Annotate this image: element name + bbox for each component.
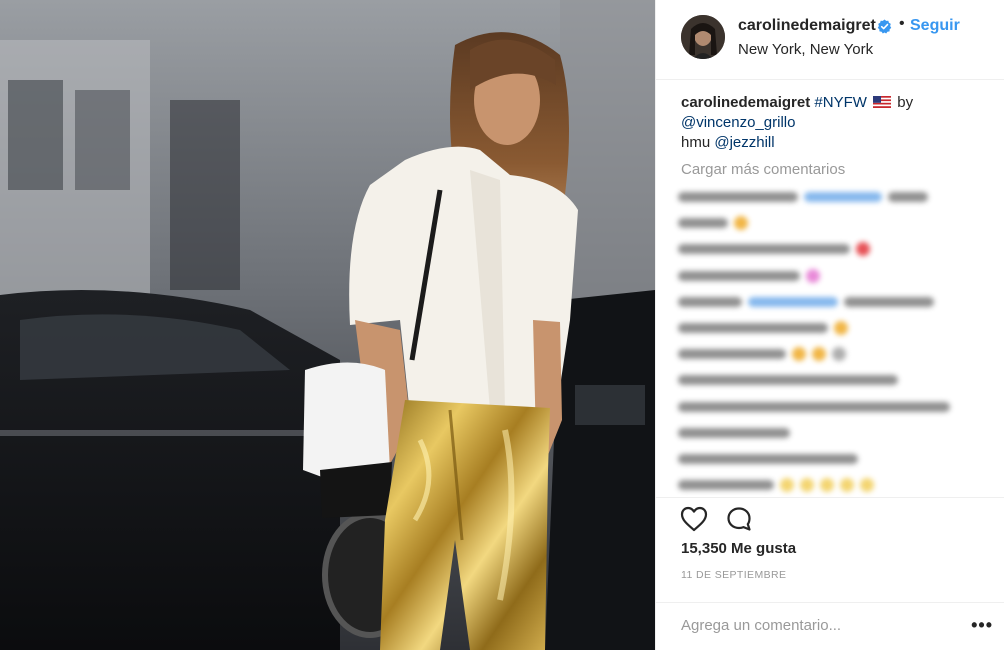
us-flag-icon [873,96,892,108]
list-item [678,315,996,341]
post-photo[interactable] [0,0,655,650]
header-separator: • [899,15,905,32]
post-date: 11 DE SEPTIEMBRE [681,569,787,581]
list-item [678,210,996,236]
list-item [678,341,996,367]
caption-mention-jezzhill[interactable]: @jezzhill [714,134,774,151]
list-item [678,184,996,210]
list-item [678,367,996,393]
post-header: carolinedemaigret • Seguir New York, New… [656,0,1004,80]
comment-input[interactable] [681,613,941,637]
post-actions: 15,350 Me gusta 11 DE SEPTIEMBRE ••• [656,497,1004,647]
instagram-post: carolinedemaigret • Seguir New York, New… [0,0,1004,650]
list-item [678,289,996,315]
blurred-comments-list [678,184,996,498]
list-item [678,420,996,446]
list-item [678,263,996,289]
comment-bubble-icon[interactable] [726,506,752,532]
follow-button[interactable]: Seguir [910,17,960,35]
caption-text-hmu: hmu [681,134,711,151]
more-options-button[interactable]: ••• [971,615,993,636]
list-item [678,394,996,420]
location-link[interactable]: New York, New York [738,41,873,58]
avatar-image [681,15,725,59]
caption-text-by: by [897,94,914,111]
caption-mention-vincenzo[interactable]: @vincenzo_grillo [681,114,795,131]
post-caption: carolinedemaigret #NYFW by @vincenzo_gri… [681,93,986,153]
header-username[interactable]: carolinedemaigret [738,17,876,35]
caption-hashtag[interactable]: #NYFW [814,94,867,111]
list-item [678,446,996,472]
list-item [678,236,996,262]
post-side-panel: carolinedemaigret • Seguir New York, New… [655,0,1004,650]
list-item [678,472,996,498]
street-style-photo [0,0,655,650]
load-more-comments-button[interactable]: Cargar más comentarios [681,161,845,178]
likes-count[interactable]: 15,350 Me gusta [681,540,796,557]
caption-username[interactable]: carolinedemaigret [681,94,810,111]
avatar[interactable] [681,15,725,59]
heart-outline-icon[interactable] [680,506,708,532]
comment-box: ••• [656,602,1004,648]
verified-badge-icon [877,19,892,34]
